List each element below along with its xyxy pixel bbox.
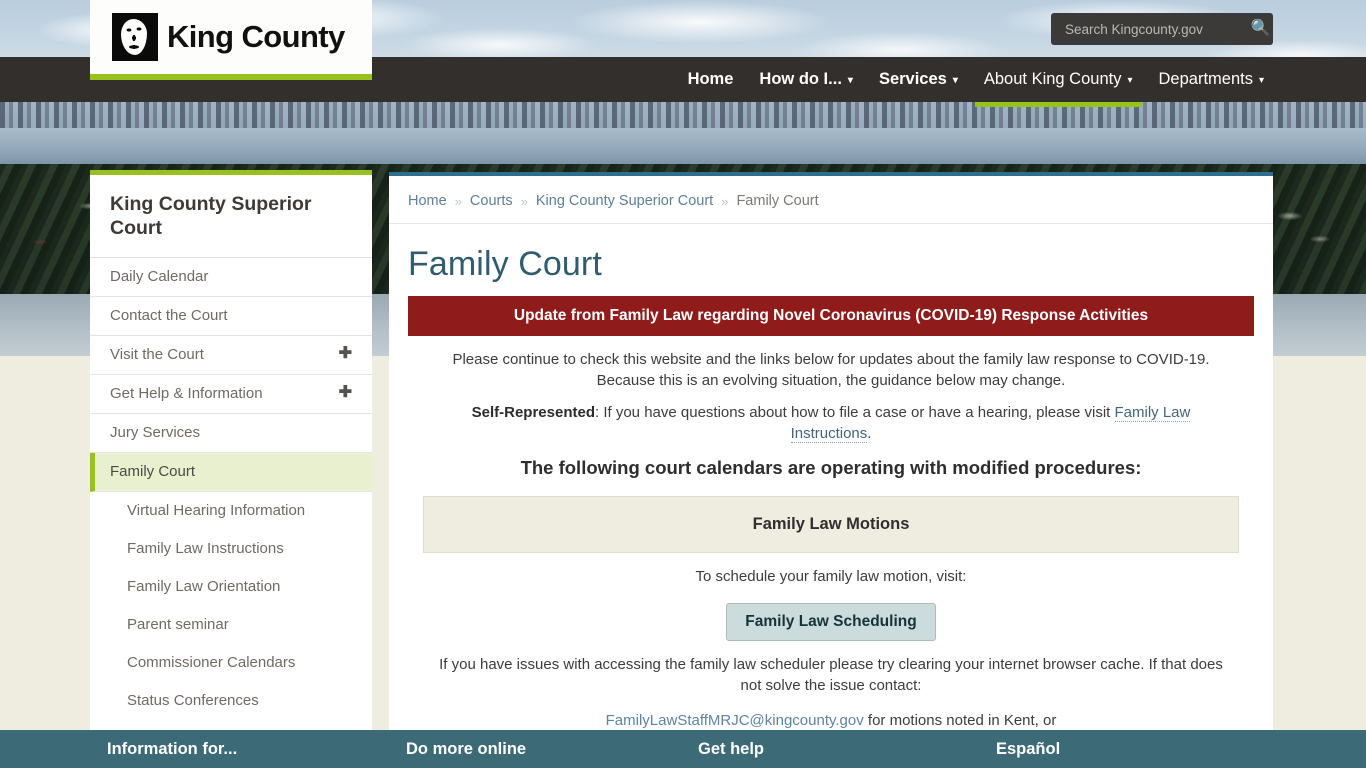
sidebar-item-virtual-hearing-information[interactable]: Virtual Hearing Information xyxy=(90,492,372,530)
chevron-down-icon: ▾ xyxy=(952,74,958,86)
nav-item-about-king-county[interactable]: About King County ▾ xyxy=(971,57,1146,107)
sidebar-title: King County Superior Court xyxy=(90,175,372,258)
schedule-button-row: Family Law Scheduling xyxy=(408,587,1254,642)
sidebar-item-label: Virtual Hearing Information xyxy=(127,501,306,519)
family-law-motions-box: Family Law Motions xyxy=(423,495,1239,553)
nav-item-label: Departments xyxy=(1158,70,1253,88)
content-body: Update from Family Law regarding Novel C… xyxy=(389,296,1273,738)
contact-kent-line: FamilyLawStaffMRJC@kingcounty.gov for mo… xyxy=(408,697,1254,732)
expand-plus-icon[interactable]: ✚ xyxy=(339,346,352,362)
contact-kent-text: for motions noted in Kent, or xyxy=(863,711,1057,729)
sidebar-item-label: Parent seminar xyxy=(127,615,229,633)
nav-item-departments[interactable]: Departments ▾ xyxy=(1146,57,1278,102)
sidebar-item-label: Daily Calendar xyxy=(110,267,209,285)
breadcrumb-item-home[interactable]: Home xyxy=(408,193,447,209)
nav-item-label: Home xyxy=(687,70,734,88)
sidebar-item-label: Commissioner Calendars xyxy=(127,653,296,671)
footer-item-espanol[interactable]: Español xyxy=(996,740,1060,759)
logo-green-rule xyxy=(90,74,372,80)
sidebar-item-parent-seminar[interactable]: Parent seminar xyxy=(90,606,372,644)
footer-item-information-for[interactable]: Information for... xyxy=(107,740,237,759)
chevron-down-icon: ▾ xyxy=(1127,74,1133,86)
search-icon[interactable]: 🔍 xyxy=(1248,21,1273,37)
nav-item-services[interactable]: Services ▾ xyxy=(866,57,971,102)
breadcrumb-item-courts[interactable]: Courts xyxy=(470,193,513,209)
nav-item-label: Services xyxy=(878,70,947,88)
sidebar-item-label: Family Law Instructions xyxy=(127,539,284,557)
email-link-kent[interactable]: FamilyLawStaffMRJC@kingcounty.gov xyxy=(606,712,864,729)
sidebar-item-label: Status Conferences xyxy=(127,691,259,709)
chevron-down-icon: ▾ xyxy=(847,74,853,86)
breadcrumb-separator-icon: » xyxy=(454,193,462,209)
sidebar-item-label: Visit the Court xyxy=(110,345,204,363)
breadcrumb: Home » Courts » King County Superior Cou… xyxy=(389,176,1273,224)
sidebar-item-jury-services[interactable]: Jury Services xyxy=(90,414,372,453)
intro-paragraph: Please continue to check this website an… xyxy=(452,351,1210,389)
sidebar-navigation: King County Superior Court Daily Calenda… xyxy=(90,170,372,736)
calendars-heading: The following court calendars are operat… xyxy=(520,456,1142,478)
self-represented-paragraph: Self-Represented: If you have questions … xyxy=(408,391,1254,444)
self-represented-label: Self-Represented xyxy=(471,404,595,422)
mlk-silhouette-icon xyxy=(112,13,158,61)
nav-item-label: About King County xyxy=(983,70,1122,88)
sidebar-item-family-court[interactable]: Family Court xyxy=(90,452,372,492)
footer-bar: Information for... Do more online Get he… xyxy=(0,730,1366,768)
family-law-scheduling-button[interactable]: Family Law Scheduling xyxy=(726,603,936,642)
site-logo-band[interactable]: King County xyxy=(90,0,372,80)
sidebar-item-label: Family Court xyxy=(110,462,196,480)
sidebar-item-label: Jury Services xyxy=(110,423,201,441)
sidebar-item-family-law-orientation[interactable]: Family Law Orientation xyxy=(90,568,372,606)
search-input[interactable] xyxy=(1051,21,1248,37)
sidebar-item-label: Get Help & Information xyxy=(110,384,263,402)
sidebar-item-family-law-instructions[interactable]: Family Law Instructions xyxy=(90,530,372,568)
sidebar-item-label: Contact the Court xyxy=(110,306,228,324)
self-represented-text: : If you have questions about how to fil… xyxy=(595,404,1115,422)
breadcrumb-item-family-court: Family Court xyxy=(736,193,819,209)
sidebar-item-visit-the-court[interactable]: Visit the Court ✚ xyxy=(90,336,372,375)
breadcrumb-separator-icon: » xyxy=(721,193,729,209)
expand-plus-icon[interactable]: ✚ xyxy=(339,385,352,401)
sidebar-item-daily-calendar[interactable]: Daily Calendar xyxy=(90,258,372,297)
nav-item-home[interactable]: Home xyxy=(675,57,747,102)
footer-item-get-help[interactable]: Get help xyxy=(698,740,764,759)
sidebar-item-contact-the-court[interactable]: Contact the Court xyxy=(90,297,372,336)
sidebar-item-commissioner-calendars[interactable]: Commissioner Calendars xyxy=(90,644,372,682)
nav-item-label: How do I... xyxy=(759,70,842,88)
breadcrumb-separator-icon: » xyxy=(520,193,528,209)
sidebar-item-label: Family Law Orientation xyxy=(127,577,281,595)
photo-city-skyline xyxy=(0,102,1366,128)
sidebar-item-get-help-and-information[interactable]: Get Help & Information ✚ xyxy=(90,375,372,414)
footer-item-do-more-online[interactable]: Do more online xyxy=(406,740,526,759)
breadcrumb-item-king-county-superior-court[interactable]: King County Superior Court xyxy=(536,193,713,209)
chevron-down-icon: ▾ xyxy=(1258,74,1264,86)
nav-item-how-do-i[interactable]: How do I... ▾ xyxy=(746,57,866,102)
cache-paragraph: If you have issues with accessing the fa… xyxy=(439,656,1223,695)
self-represented-period: . xyxy=(867,425,872,443)
king-county-wordmark: King County xyxy=(167,19,345,54)
sidebar-item-status-conferences[interactable]: Status Conferences xyxy=(90,682,372,720)
covid-alert-banner: Update from Family Law regarding Novel C… xyxy=(408,296,1254,336)
photo-water xyxy=(0,128,1366,164)
search-box[interactable]: 🔍 xyxy=(1051,13,1273,45)
page-title: Family Court xyxy=(408,245,602,283)
schedule-prompt: To schedule your family law motion, visi… xyxy=(695,567,967,585)
main-content-card: Home » Courts » King County Superior Cou… xyxy=(389,172,1273,738)
